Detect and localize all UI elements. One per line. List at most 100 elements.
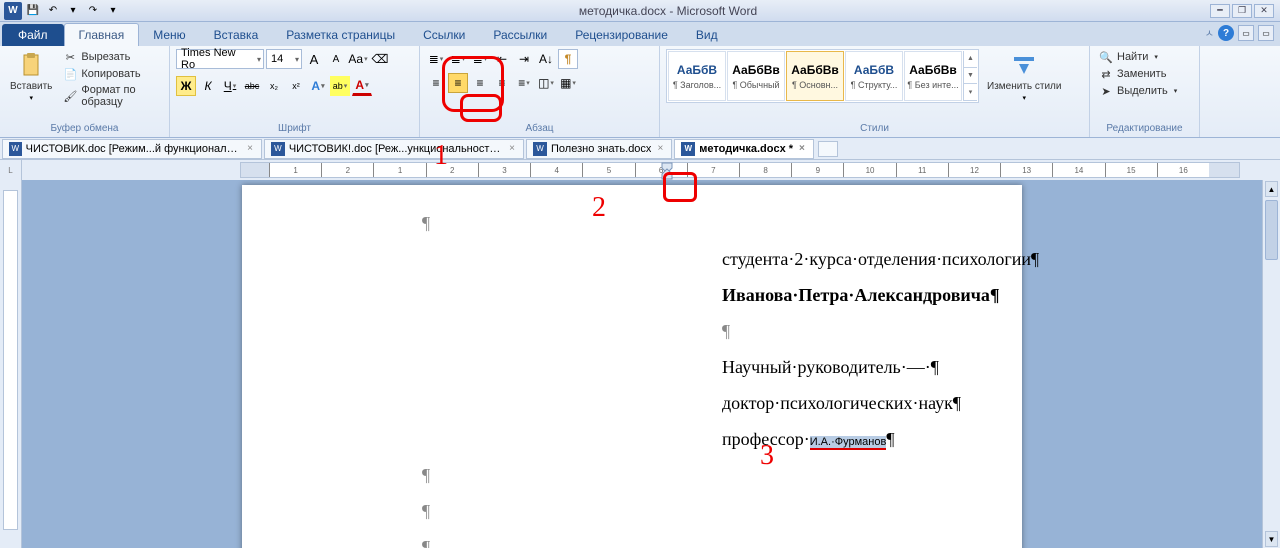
increase-indent-icon[interactable]: ⇥ — [514, 49, 534, 69]
scroll-thumb[interactable] — [1265, 200, 1278, 260]
scroll-up-icon[interactable]: ▲ — [1265, 181, 1278, 197]
close-button[interactable]: ✕ — [1254, 4, 1274, 18]
align-left-icon[interactable]: ≡ — [426, 73, 446, 93]
change-case-icon[interactable]: Aa — [348, 49, 368, 69]
help-icon[interactable]: ? — [1218, 25, 1234, 41]
doc-tab[interactable]: WЧИСТОВИК!.doc [Реж...ункциональности] *… — [264, 139, 524, 159]
gallery-down-icon[interactable]: ▼ — [964, 68, 977, 85]
tab-review[interactable]: Рецензирование — [561, 24, 682, 46]
redo-icon[interactable]: ↷ — [84, 2, 102, 20]
horizontal-ruler[interactable]: 1212345678910111213141516 — [240, 162, 1240, 178]
style-body[interactable]: АаБбВв¶ Основн... — [786, 51, 844, 101]
replace-button[interactable]: ⇄Заменить — [1096, 66, 1180, 82]
highlight-icon[interactable]: ab — [330, 76, 350, 96]
ribbon-tabs: Файл Главная Меню Вставка Разметка стран… — [0, 22, 1280, 46]
restore-button[interactable]: ❐ — [1232, 4, 1252, 18]
cut-button[interactable]: ✂ Вырезать — [60, 49, 163, 65]
save-icon[interactable]: 💾 — [24, 2, 42, 20]
style-preview: АаБбВ — [854, 63, 894, 77]
cut-label: Вырезать — [81, 51, 130, 63]
style-structure[interactable]: АаБбВ¶ Структу... — [845, 51, 903, 101]
file-tab[interactable]: Файл — [2, 24, 64, 46]
select-icon: ➤ — [1099, 84, 1113, 98]
indent-marker-icon[interactable] — [661, 162, 673, 180]
style-heading[interactable]: АаБбВ¶ Заголов... — [668, 51, 726, 101]
ribbon-options-icon[interactable]: ▭ — [1238, 25, 1254, 41]
minimize-ribbon-icon[interactable]: ㅅ — [1205, 25, 1214, 41]
superscript-button[interactable]: x² — [286, 76, 306, 96]
sort-icon[interactable]: A↓ — [536, 49, 556, 69]
align-justify-icon[interactable]: ≡ — [492, 73, 512, 93]
paste-label: Вставить — [10, 81, 52, 92]
title-bar: W 💾 ↶ ▾ ↷ ▾ методичка.docx - Microsoft W… — [0, 0, 1280, 22]
doc-tab[interactable]: WЧИСТОВИК.doc [Режим...й функциональност… — [2, 139, 262, 159]
style-normal[interactable]: АаБбВв¶ Обычный — [727, 51, 785, 101]
style-nospacing[interactable]: АаБбВв¶ Без инте... — [904, 51, 962, 101]
vertical-ruler[interactable] — [0, 180, 22, 548]
underline-button[interactable]: Ч — [220, 76, 240, 96]
shading-icon[interactable]: ◫ — [536, 73, 556, 93]
styles-gallery[interactable]: АаБбВ¶ Заголов... АаБбВв¶ Обычный АаБбВв… — [666, 49, 979, 103]
tab-view[interactable]: Вид — [682, 24, 732, 46]
scroll-down-icon[interactable]: ▼ — [1265, 531, 1278, 547]
change-styles-label: Изменить стили — [987, 81, 1061, 92]
group-clipboard-label: Буфер обмена — [6, 122, 163, 135]
qat-dropdown-icon[interactable]: ▾ — [64, 2, 82, 20]
align-center-icon[interactable]: ≡ — [448, 73, 468, 93]
tab-mailings[interactable]: Рассылки — [479, 24, 561, 46]
doc-tab-active[interactable]: Wметодичка.docx *× — [674, 139, 814, 159]
bullets-icon[interactable]: ≣ — [426, 49, 446, 69]
paste-button[interactable]: Вставить ▾ — [6, 49, 56, 104]
copy-button[interactable]: 📄Копировать — [60, 66, 163, 82]
vertical-scrollbar[interactable]: ▲ ▼ — [1262, 180, 1280, 548]
shrink-font-icon[interactable]: A — [326, 49, 346, 69]
ruler-corner-icon[interactable]: L — [0, 160, 22, 180]
font-size-combo[interactable]: 14 — [266, 49, 302, 69]
line-spacing-icon[interactable]: ≡ — [514, 73, 534, 93]
clear-format-icon[interactable]: ⌫ — [370, 49, 390, 69]
select-button[interactable]: ➤Выделить▾ — [1096, 83, 1180, 99]
text-effects-icon[interactable]: A — [308, 76, 328, 96]
align-right-icon[interactable]: ≡ — [470, 73, 490, 93]
brush-icon: 🖌 — [63, 89, 77, 103]
scissors-icon: ✂ — [63, 50, 77, 64]
ribbon-options2-icon[interactable]: ▭ — [1258, 25, 1274, 41]
select-label: Выделить — [1117, 85, 1168, 97]
strike-button[interactable]: abc — [242, 76, 262, 96]
gallery-up-icon[interactable]: ▲ — [964, 51, 977, 68]
tab-menu[interactable]: Меню — [139, 24, 199, 46]
gallery-scroll[interactable]: ▲▼▾ — [963, 51, 977, 101]
qat-more-icon[interactable]: ▾ — [104, 2, 122, 20]
doc-tab[interactable]: WПолезно знать.docx× — [526, 139, 672, 159]
tab-references[interactable]: Ссылки — [409, 24, 479, 46]
minimize-button[interactable]: ━ — [1210, 4, 1230, 18]
gallery-more-icon[interactable]: ▾ — [964, 84, 977, 101]
change-styles-button[interactable]: Изменить стили ▾ — [983, 49, 1065, 104]
find-button[interactable]: 🔍Найти▾ — [1096, 49, 1180, 65]
tab-insert[interactable]: Вставка — [200, 24, 273, 46]
close-icon[interactable]: × — [797, 143, 807, 154]
subscript-button[interactable]: x₂ — [264, 76, 284, 96]
borders-icon[interactable]: ▦ — [558, 73, 578, 93]
grow-font-icon[interactable]: A — [304, 49, 324, 69]
page[interactable]: ¶студента·2·курса·отделения·психологии¶И… — [242, 185, 1022, 548]
tab-home[interactable]: Главная — [64, 23, 140, 46]
format-painter-button[interactable]: 🖌Формат по образцу — [60, 83, 163, 109]
italic-button[interactable]: К — [198, 76, 218, 96]
numbering-icon[interactable]: ≣ — [448, 49, 468, 69]
multilevel-icon[interactable]: ≣ — [470, 49, 490, 69]
new-doc-tab-icon[interactable] — [818, 141, 838, 157]
close-icon[interactable]: × — [507, 143, 517, 154]
font-name-combo[interactable]: Times New Ro — [176, 49, 264, 69]
window-controls: ━ ❐ ✕ — [1210, 4, 1280, 18]
bold-button[interactable]: Ж — [176, 76, 196, 96]
style-preview: АаБбВв — [732, 63, 780, 77]
pilcrow-icon[interactable]: ¶ — [558, 49, 578, 69]
undo-icon[interactable]: ↶ — [44, 2, 62, 20]
close-icon[interactable]: × — [245, 143, 255, 154]
tab-layout[interactable]: Разметка страницы — [272, 24, 409, 46]
group-editing-label: Редактирование — [1096, 122, 1193, 135]
font-color-icon[interactable]: A — [352, 76, 372, 96]
close-icon[interactable]: × — [655, 143, 665, 154]
decrease-indent-icon[interactable]: ⇤ — [492, 49, 512, 69]
